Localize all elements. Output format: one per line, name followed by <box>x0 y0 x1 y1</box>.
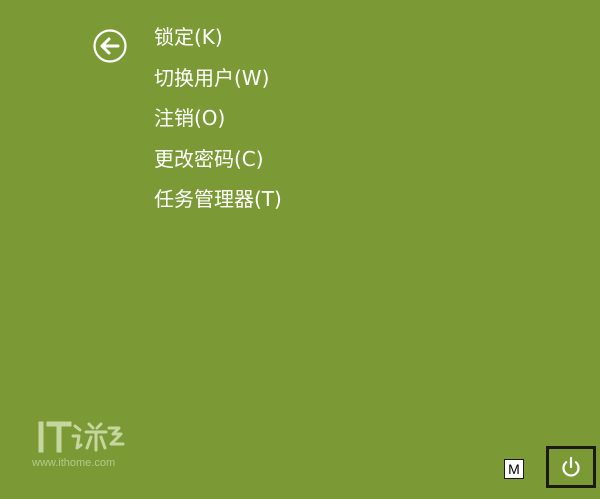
menu-item-sign-out[interactable]: 注销(O) <box>154 102 282 143</box>
ithome-logo <box>38 421 125 453</box>
menu-item-change-password[interactable]: 更改密码(C) <box>154 143 282 184</box>
menu-item-task-manager[interactable]: 任务管理器(T) <box>154 183 282 224</box>
ime-indicator[interactable]: M <box>504 459 524 479</box>
ithome-watermark: www.ithome.com <box>32 418 132 474</box>
menu-item-lock[interactable]: 锁定(K) <box>154 21 282 62</box>
ithome-url: www.ithome.com <box>32 457 116 469</box>
menu-item-switch-user[interactable]: 切换用户(W) <box>154 62 282 103</box>
security-options-menu: 锁定(K) 切换用户(W) 注销(O) 更改密码(C) 任务管理器(T) <box>154 21 282 224</box>
back-button[interactable] <box>93 29 127 63</box>
power-button[interactable] <box>546 446 596 488</box>
back-arrow-circle-icon <box>93 29 127 63</box>
power-icon <box>562 456 580 477</box>
